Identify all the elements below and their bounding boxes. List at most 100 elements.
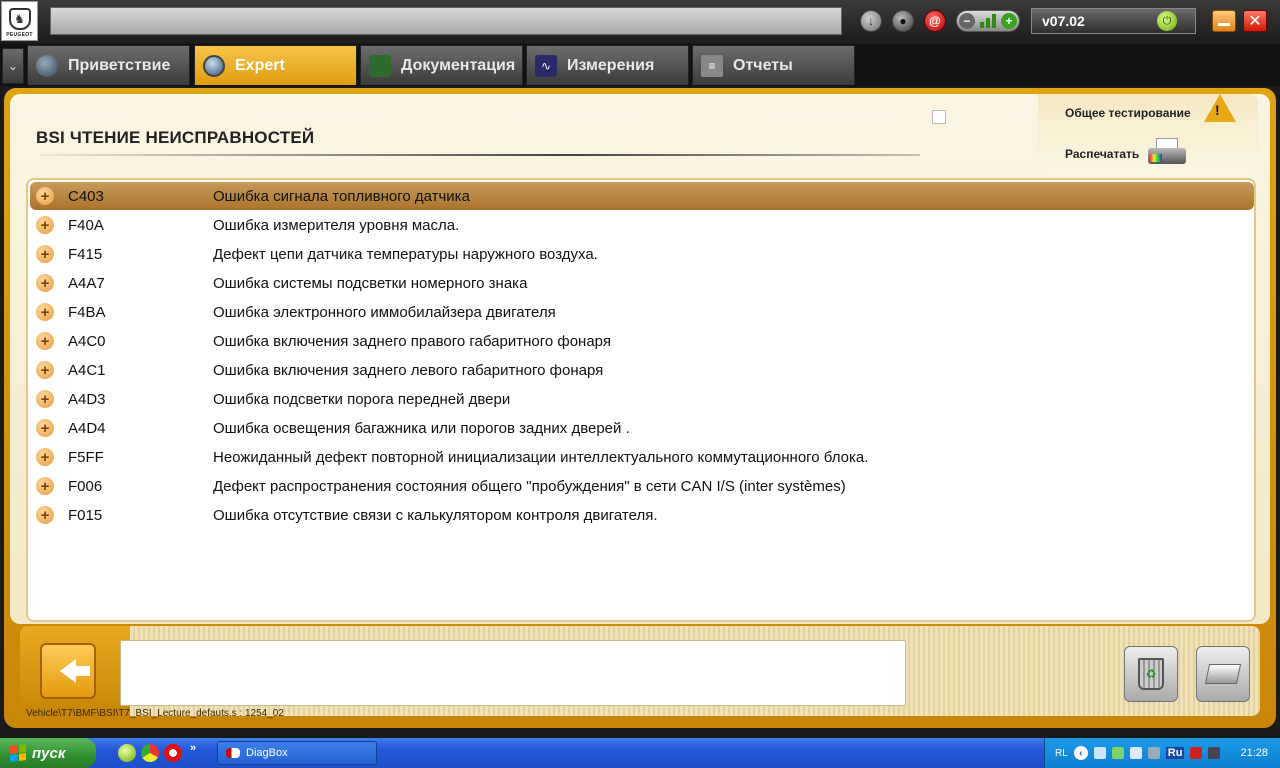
antivirus-icon[interactable] xyxy=(1190,747,1203,759)
fault-row[interactable]: + A4D3 Ошибка подсветки порога передней … xyxy=(30,385,1254,413)
fault-code: F5FF xyxy=(68,448,104,466)
chrome-icon[interactable] xyxy=(141,744,159,762)
expand-icon[interactable]: + xyxy=(36,332,54,350)
message-field[interactable] xyxy=(120,640,906,706)
download-icon[interactable]: ↓ xyxy=(860,10,882,32)
expand-icon[interactable]: + xyxy=(36,506,54,524)
fault-row[interactable]: + A4A7 Ошибка системы подсветки номерног… xyxy=(30,269,1254,297)
top-bar: ♞ PEUGEOT ↓ ● @ − + v07.02 ⏻ ✕ xyxy=(0,0,1280,44)
warning-icon[interactable] xyxy=(1204,94,1236,122)
user-icon[interactable]: ● xyxy=(892,10,914,32)
tab-welcome[interactable]: Приветствие xyxy=(27,45,190,85)
speaker-icon[interactable] xyxy=(1147,747,1160,759)
expand-icon[interactable]: + xyxy=(36,361,54,379)
minimize-button[interactable] xyxy=(1212,10,1236,32)
quicklaunch-app-icon[interactable] xyxy=(118,744,136,762)
fault-list: + C403 Ошибка сигнала топливного датчика… xyxy=(26,178,1256,622)
lion-icon: ♞ xyxy=(8,8,31,30)
fault-row[interactable]: + F015 Ошибка отсутствие связи с калькул… xyxy=(30,501,1254,529)
expand-icon[interactable]: + xyxy=(36,303,54,321)
small-checkbox[interactable] xyxy=(932,110,946,124)
fault-description: Ошибка сигнала топливного датчика xyxy=(213,187,470,205)
version-label: v07.02 xyxy=(1042,13,1085,29)
tab-documentation[interactable]: Документация xyxy=(360,45,523,85)
plus-icon[interactable]: + xyxy=(1001,13,1017,29)
print-report-button[interactable] xyxy=(1196,646,1250,702)
logo-text: PEUGEOT xyxy=(6,32,33,38)
fault-row[interactable]: + A4D4 Ошибка освещения багажника или по… xyxy=(30,414,1254,442)
expand-icon[interactable]: + xyxy=(36,448,54,466)
chevron-down-icon: ⌄ xyxy=(7,59,19,73)
tab-expert[interactable]: Expert xyxy=(194,45,357,85)
power-icon[interactable]: ⏻ xyxy=(1157,11,1177,31)
expand-icon[interactable]: + xyxy=(36,216,54,234)
system-tray: RL ‹ Ru 21:28 xyxy=(1044,738,1280,768)
minus-icon[interactable]: − xyxy=(959,13,975,29)
start-button[interactable]: пуск xyxy=(0,738,96,768)
keyboard-layout[interactable]: Ru xyxy=(1165,747,1185,759)
windows-taskbar: пуск » DiagBox RL ‹ Ru 21:28 xyxy=(0,738,1280,768)
arrow-left-icon xyxy=(60,659,90,683)
tab-measurements[interactable]: ∿ Измерения xyxy=(526,45,689,85)
fault-description: Ошибка освещения багажника или порогов з… xyxy=(213,419,630,437)
quicklaunch-more-icon[interactable]: » xyxy=(190,742,196,754)
fault-description: Ошибка отсутствие связи с калькулятором … xyxy=(213,506,658,524)
opera-icon[interactable] xyxy=(164,744,182,762)
fault-code: A4A7 xyxy=(68,274,105,292)
signal-bars-icon xyxy=(980,14,996,28)
title-divider xyxy=(40,154,920,156)
fault-code: F40A xyxy=(68,216,104,234)
tab-dropdown-button[interactable]: ⌄ xyxy=(2,48,24,84)
fault-code: C403 xyxy=(68,187,104,205)
fault-code: A4D3 xyxy=(68,390,106,408)
fault-description: Ошибка электронного иммобилайзера двигат… xyxy=(213,303,556,321)
expand-icon[interactable]: + xyxy=(36,245,54,263)
peugeot-logo: ♞ PEUGEOT xyxy=(1,1,38,41)
global-test-button[interactable]: Общее тестирование xyxy=(1065,106,1191,120)
book-icon xyxy=(369,54,391,77)
device-icon[interactable] xyxy=(1208,747,1221,759)
taskbar-item-diagbox[interactable]: DiagBox xyxy=(217,741,377,765)
clock[interactable]: 21:28 xyxy=(1240,747,1268,759)
print-button[interactable]: Распечатать xyxy=(1065,147,1139,161)
language-indicator[interactable]: RL xyxy=(1055,748,1068,759)
network-icon[interactable] xyxy=(1093,747,1106,759)
fault-row[interactable]: + A4C0 Ошибка включения заднего правого … xyxy=(30,327,1254,355)
volume-control[interactable]: − + xyxy=(956,10,1020,32)
fault-row[interactable]: + F5FF Неожиданный дефект повторной иниц… xyxy=(30,443,1254,471)
main-frame: BSI ЧТЕНИЕ НЕИСПРАВНОСТЕЙ Общее тестиров… xyxy=(0,86,1280,732)
tab-reports[interactable]: ≡ Отчеты xyxy=(692,45,855,85)
recycle-bin-button[interactable]: ♻ xyxy=(1124,646,1178,702)
fault-code: A4C1 xyxy=(68,361,106,379)
safely-remove-icon[interactable] xyxy=(1111,747,1124,759)
fault-code: F415 xyxy=(68,245,103,263)
fault-row[interactable]: + F006 Дефект распространения состояния … xyxy=(30,472,1254,500)
fault-code: A4D4 xyxy=(68,419,106,437)
fault-row[interactable]: + F415 Дефект цепи датчика температуры н… xyxy=(30,240,1254,268)
expand-icon[interactable]: + xyxy=(36,274,54,292)
fault-row[interactable]: + C403 Ошибка сигнала топливного датчика xyxy=(30,182,1254,210)
tab-bar: ⌄ Приветствие Expert Документация ∿ Изме… xyxy=(0,44,1280,86)
back-area xyxy=(20,626,130,716)
printer-icon[interactable] xyxy=(1148,138,1188,166)
expand-icon[interactable]: + xyxy=(36,187,54,205)
fault-description: Ошибка системы подсветки номерного знака xyxy=(213,274,528,292)
email-icon[interactable]: @ xyxy=(924,10,946,32)
expand-icon[interactable]: + xyxy=(36,477,54,495)
tray-expand-icon[interactable]: ‹ xyxy=(1073,746,1088,760)
diagbox-icon xyxy=(226,748,240,758)
fault-description: Ошибка подсветки порога передней двери xyxy=(213,390,511,408)
fault-row[interactable]: + F4BA Ошибка электронного иммобилайзера… xyxy=(30,298,1254,326)
fault-description: Ошибка включения заднего правого габарит… xyxy=(213,332,611,350)
expand-icon[interactable]: + xyxy=(36,390,54,408)
fault-row[interactable]: + F40A Ошибка измерителя уровня масла. xyxy=(30,211,1254,239)
globe-icon xyxy=(36,54,58,77)
fault-row[interactable]: + A4C1 Ошибка включения заднего левого г… xyxy=(30,356,1254,384)
close-button[interactable]: ✕ xyxy=(1243,10,1267,32)
display-icon[interactable] xyxy=(1129,747,1142,759)
expand-icon[interactable]: + xyxy=(36,419,54,437)
frame-border: BSI ЧТЕНИЕ НЕИСПРАВНОСТЕЙ Общее тестиров… xyxy=(4,88,1276,728)
bottom-toolbar: ♻ xyxy=(20,626,1260,716)
windows-flag-icon xyxy=(10,744,26,762)
back-button[interactable] xyxy=(40,643,96,699)
